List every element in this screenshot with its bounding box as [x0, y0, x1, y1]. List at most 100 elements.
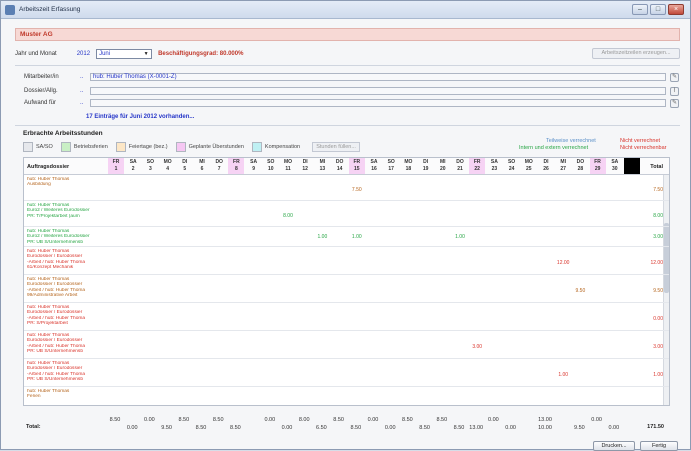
- row-total: 3.00: [653, 344, 663, 350]
- table-row[interactable]: hub: Huber Thomas Eurodossier / Eurodossi…: [24, 275, 669, 303]
- window-title: Arbeitszeit Erfassung: [19, 6, 81, 13]
- table-row[interactable]: hub: Huber Thomas Eurodossier / Eurodossi…: [24, 303, 669, 331]
- day-number: 29: [594, 166, 601, 172]
- hours-cell[interactable]: 8.00: [280, 213, 296, 219]
- day-header: MO 4: [160, 158, 176, 174]
- day-header: SO 3: [142, 158, 158, 174]
- hours-table: Auftragsdossier Total FR 1 SA 2 SO 3 MO 4 DI 5 MI 6…: [23, 157, 670, 406]
- hours-cell[interactable]: 1.00: [314, 234, 330, 240]
- row-total: 0.00: [653, 316, 663, 322]
- day-header: FR 8: [228, 158, 245, 174]
- hours-cell[interactable]: 12.00: [555, 260, 571, 266]
- hours-cell[interactable]: 1.00: [452, 234, 468, 240]
- day-total: 13.00: [538, 417, 552, 423]
- day-number: 24: [508, 166, 515, 172]
- day-header: MI 27: [555, 158, 571, 174]
- day-total: 8.50: [419, 425, 430, 431]
- table-row[interactable]: hub: Huber Thomas Euro2 / Weiteres Eurodo…: [24, 227, 669, 247]
- effort-field[interactable]: [90, 99, 666, 107]
- edit-icon[interactable]: ✎: [670, 72, 679, 82]
- hours-cell[interactable]: 7.50: [349, 187, 365, 193]
- day-name: MO: [524, 159, 533, 165]
- day-total: 8.50: [230, 425, 241, 431]
- day-header: SA 23: [486, 158, 502, 174]
- table-row[interactable]: hub: Huber Thomas Eurodossier / Eurodossi…: [24, 247, 669, 275]
- day-header: MI 20: [435, 158, 451, 174]
- day-total: 8.50: [195, 425, 207, 431]
- legend-feiertage: Feiertage (bez.): [128, 144, 168, 150]
- day-number: 14: [336, 166, 343, 172]
- paperclip-icon[interactable]: ⌇: [670, 86, 679, 96]
- hours-cell[interactable]: 1.00: [555, 372, 571, 378]
- hours-cell[interactable]: 9.50: [572, 288, 588, 294]
- day-total: 0.00: [144, 417, 155, 423]
- day-header: FR 22: [469, 158, 486, 174]
- company-banner: Muster AG: [15, 28, 680, 41]
- section-title: Erbrachte Arbeitsstunden: [23, 130, 103, 137]
- day-name: SA: [370, 159, 378, 165]
- day-name: MO: [163, 159, 172, 165]
- day-name: MI: [319, 159, 326, 165]
- edit-icon[interactable]: ✎: [670, 98, 679, 108]
- hours-cell[interactable]: 1.00: [349, 234, 365, 240]
- dossier-label: hub: Huber Thomas Euro2 / Weiteres Eurodo…: [27, 203, 105, 219]
- maximize-button[interactable]: □: [650, 4, 666, 15]
- month-select[interactable]: Juni ▼: [96, 49, 153, 59]
- day-header: [624, 158, 640, 174]
- dossier-label: Dossier/Allg.: [24, 88, 58, 94]
- dossier-field[interactable]: [90, 87, 666, 95]
- day-number: 7: [217, 166, 221, 172]
- day-total: 8.50: [350, 425, 362, 431]
- dossier-line: PR: S/Projektarbeit: [27, 321, 68, 327]
- dossier-label: hub: Huber Thomas Ferien: [27, 389, 105, 400]
- table-row[interactable]: hub: Huber Thomas Eurodossier / Eurodossi…: [24, 359, 669, 387]
- table-row[interactable]: hub: Huber Thomas Eurodossier / Eurodossi…: [24, 331, 669, 359]
- day-header: MO 25: [521, 158, 537, 174]
- close-button[interactable]: ×: [668, 4, 684, 15]
- divider: [15, 65, 680, 66]
- generate-lines-button[interactable]: Arbeitszeitzeilen erzeugen...: [592, 48, 680, 59]
- day-number: 5: [183, 166, 187, 172]
- day-total: 8.50: [402, 417, 413, 423]
- grand-total: 171.50: [647, 424, 664, 430]
- day-header: FR 1: [108, 158, 124, 174]
- day-name: MO: [283, 159, 293, 165]
- dossier-line: PR: UB S/Unternehmensb: [27, 349, 83, 355]
- app-icon: [5, 4, 15, 15]
- table-row[interactable]: hub: Huber Thomas Ausbildung 7.50 7.50: [24, 175, 669, 201]
- day-total: 8.50: [109, 417, 121, 423]
- day-number: 1: [114, 166, 118, 172]
- row-total: 1.00: [653, 372, 663, 378]
- minimize-button[interactable]: –: [632, 4, 648, 15]
- day-total: 0.00: [264, 417, 276, 423]
- employee-field[interactable]: hub: Huber Thomas (X-0001-Z): [90, 73, 666, 81]
- day-number: 20: [440, 166, 446, 172]
- betrieb-swatch: [60, 142, 71, 152]
- day-total: 0.00: [384, 425, 396, 431]
- day-name: SO: [267, 159, 275, 165]
- day-header: MI 6: [194, 158, 210, 174]
- dossier-line: Ausbildung: [27, 182, 51, 188]
- day-number: 10: [268, 166, 274, 172]
- table-header: Auftragsdossier Total FR 1 SA 2 SO 3 MO 4 DI 5 MI 6…: [24, 158, 669, 175]
- day-name: DO: [456, 159, 464, 165]
- legend-intern: Intern und extern verrechnet: [519, 145, 589, 151]
- hours-cell[interactable]: 3.00: [469, 344, 485, 350]
- dossier-label: hub: Huber Thomas Eurodossier / Eurodossi…: [27, 361, 105, 383]
- table-row[interactable]: hub: Huber ThomasFerien8.508.508.508.508…: [24, 387, 669, 405]
- day-name: DI: [423, 159, 429, 165]
- fill-hours-button[interactable]: Stunden füllen...: [312, 142, 361, 152]
- day-header: MI 13: [314, 158, 330, 174]
- year-field[interactable]: 2012: [77, 51, 90, 57]
- day-name: SO: [146, 159, 154, 165]
- table-row[interactable]: hub: Huber Thomas Euro2 / Weiteres Eurodo…: [24, 201, 669, 227]
- day-header: DI 5: [177, 158, 193, 174]
- employment-grade: Beschäftigungsgrad: 80.000%: [158, 51, 244, 57]
- month-value: Juni: [99, 51, 111, 57]
- day-total: 13.00: [469, 425, 484, 431]
- day-total: 0.00: [126, 425, 138, 431]
- dots-label: ..: [80, 88, 84, 94]
- dossier-label: hub: Huber Thomas Eurodossier / Eurodossi…: [27, 333, 105, 355]
- day-name: FR: [112, 159, 120, 165]
- day-total: 0.00: [608, 425, 620, 431]
